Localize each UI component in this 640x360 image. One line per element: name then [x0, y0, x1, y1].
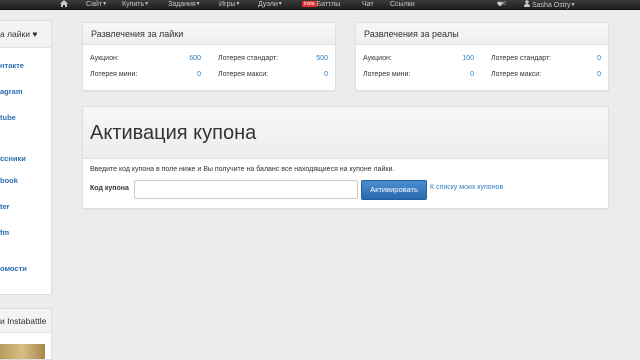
sidebar-link-facebook[interactable]: book	[0, 176, 18, 186]
nav-item-tasks[interactable]: Задания▼	[168, 0, 201, 9]
nav-item-site[interactable]: Сайт▼	[86, 0, 108, 9]
nav-item-games[interactable]: Игры▼	[219, 0, 241, 9]
sidebar-link-vk[interactable]: нтакте	[0, 61, 24, 71]
sidebar-link-twitter[interactable]: ter	[0, 202, 10, 212]
sidebar-instabattle: и Instabattle	[0, 308, 52, 360]
stat-value-lottery-mini[interactable]: 0	[171, 71, 201, 78]
panel-likes-entertainment: Развлечения за лайки Аукцион: 600 Лотере…	[82, 22, 336, 91]
coupon-code-input[interactable]	[134, 180, 358, 199]
top-navbar: Сайт▼ Купить▼ Задания▼ Игры▼ Дуэли▼ inst…	[0, 0, 640, 10]
sidebar: а лайки ♥ нтакте agram tube ссники book …	[0, 20, 52, 295]
nav-item-chat[interactable]: Чат	[362, 0, 374, 9]
home-icon[interactable]	[60, 0, 68, 9]
caret-down-icon: ▼	[195, 1, 201, 7]
sidebar-link-instagram[interactable]: agram	[0, 87, 23, 97]
stat-label: Лотерея стандарт:	[218, 55, 279, 62]
likes-count: 0	[503, 1, 506, 7]
stat-label: Лотерея макси:	[491, 71, 542, 78]
activate-button[interactable]: Активировать	[361, 180, 427, 200]
stat-value-lottery-maxi[interactable]: 0	[571, 71, 601, 78]
sidebar-link-fm[interactable]: fm	[0, 228, 9, 238]
instabattle-image[interactable]	[0, 344, 45, 359]
sidebar-instabattle-title: и Instabattle	[0, 309, 51, 333]
stat-value-lottery-mini[interactable]: 0	[444, 71, 474, 78]
page-title: Активация купона	[90, 122, 257, 144]
stat-label: Лотерея макси:	[218, 71, 269, 78]
insta-badge: insta	[302, 1, 317, 7]
stat-value-lottery-standard[interactable]: 500	[298, 55, 328, 62]
nav-item-label: Задания	[168, 1, 196, 8]
caret-down-icon: ▼	[570, 2, 576, 8]
nav-item-duels[interactable]: Дуэли▼	[258, 0, 283, 9]
caret-down-icon: ▼	[102, 1, 108, 7]
stat-label: Лотерея стандарт:	[491, 55, 552, 62]
nav-item-label: Дуэли	[258, 1, 278, 8]
caret-down-icon: ▼	[235, 1, 241, 7]
nav-item-links[interactable]: Ссылки	[390, 0, 415, 9]
nav-item-label: Игры	[219, 1, 236, 8]
coupon-code-label: Код купона	[90, 185, 129, 192]
panel-title: Развлечения за лайки	[83, 23, 335, 45]
stat-label: Аукцион:	[90, 55, 119, 62]
nav-item-battles[interactable]: insta Баттлы	[302, 0, 341, 9]
stat-label: Аукцион:	[363, 55, 392, 62]
stat-label: Лотерея мини:	[363, 71, 411, 78]
sidebar-link-youtube[interactable]: tube	[0, 113, 16, 123]
panel-reals-entertainment: Развлечения за реалы Аукцион: 100 Лотере…	[355, 22, 609, 91]
stat-value-auction[interactable]: 100	[444, 55, 474, 62]
sidebar-link-news[interactable]: омости	[0, 264, 27, 274]
caret-down-icon: ▼	[144, 1, 150, 7]
stat-value-auction[interactable]: 600	[171, 55, 201, 62]
user-icon	[524, 0, 530, 7]
stat-label: Лотерея мини:	[90, 71, 138, 78]
sidebar-title: а лайки ♥	[0, 21, 51, 48]
coupon-description: Введите код купона в поле ниже и Вы полу…	[90, 166, 395, 173]
nav-item-buy[interactable]: Купить▼	[122, 0, 150, 9]
panel-title: Развлечения за реалы	[356, 23, 608, 45]
nav-item-label: Купить	[122, 1, 145, 8]
sidebar-link-odnoklassniki[interactable]: ссники	[0, 154, 26, 164]
nav-item-label: Баттлы	[316, 1, 341, 8]
user-name: Sasha Ostry	[531, 2, 571, 9]
nav-item-label: Сайт	[86, 1, 103, 8]
caret-down-icon: ▼	[277, 1, 283, 7]
stat-value-lottery-standard[interactable]: 0	[571, 55, 601, 62]
user-menu[interactable]: Sasha Ostry▼	[524, 0, 576, 9]
stat-value-lottery-maxi[interactable]: 0	[298, 71, 328, 78]
likes-counter[interactable]: 0	[497, 0, 506, 9]
my-coupons-link[interactable]: К списку моих купонов	[430, 184, 503, 191]
